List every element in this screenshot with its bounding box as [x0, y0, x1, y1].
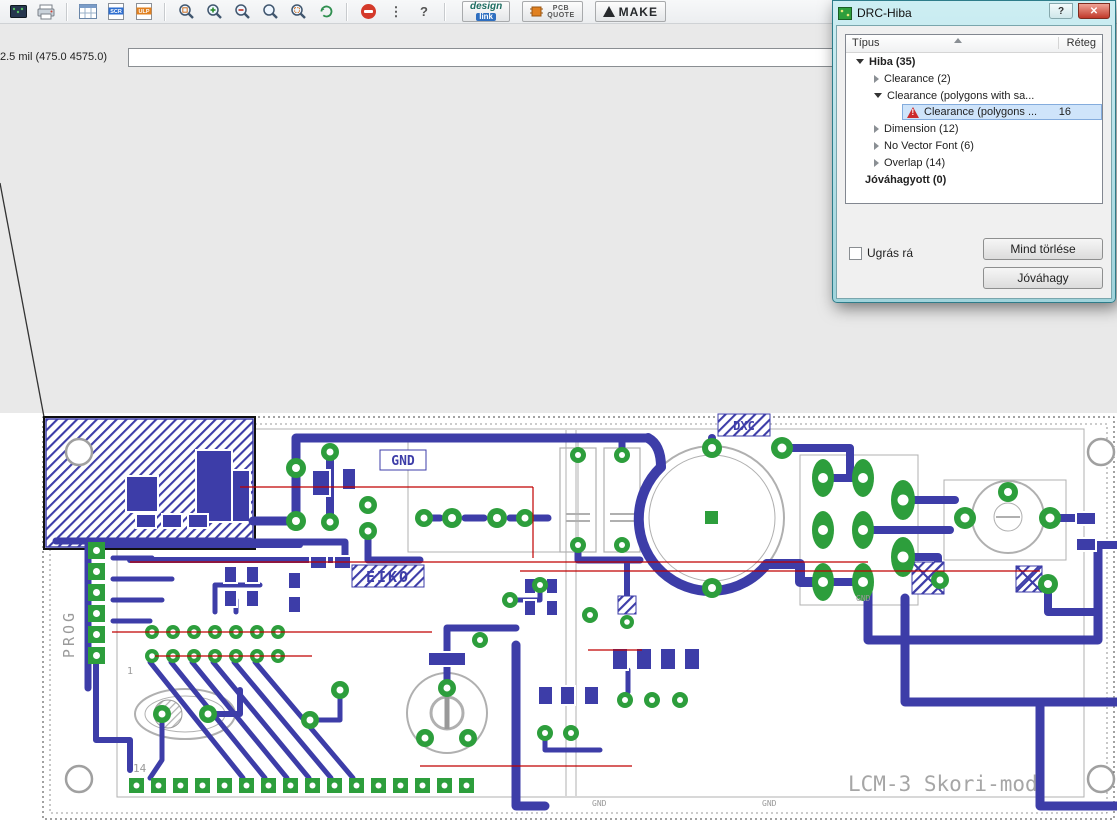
toolbar-separator: [164, 2, 166, 21]
expander-closed-icon[interactable]: [874, 74, 879, 83]
zoom-fit-icon[interactable]: [174, 1, 198, 23]
board-title: LCM-3 Skori-mod: [848, 772, 1038, 796]
jump-to-checkbox[interactable]: Ugrás rá: [849, 246, 913, 260]
tree-header[interactable]: Típus Réteg: [846, 35, 1102, 53]
error-layer-value: 16: [1058, 106, 1071, 118]
scr-script-icon[interactable]: SCR: [104, 1, 128, 23]
command-input[interactable]: [128, 48, 838, 67]
zoom-select-icon[interactable]: [286, 1, 310, 23]
svg-text:SCR: SCR: [110, 9, 122, 15]
dialog-board-icon: [838, 6, 852, 20]
dialog-help-button[interactable]: ?: [1049, 3, 1073, 19]
dialog-title: DRC-Hiba: [857, 6, 912, 20]
warning-icon: [907, 106, 920, 118]
tree-item-approved[interactable]: Jóváhagyott (0): [846, 171, 1102, 188]
gnd-small-label: GND: [762, 799, 777, 808]
pin1-label: 1: [127, 666, 133, 677]
expander-open-icon[interactable]: [874, 93, 882, 98]
column-type[interactable]: Típus: [852, 37, 880, 49]
expander-closed-icon[interactable]: [874, 158, 879, 167]
board-icon[interactable]: [6, 1, 30, 23]
prog-label: PROG: [60, 610, 78, 658]
drc-error-dialog: DRC-Hiba ? ✕ Típus Réteg Hiba (35) Clear…: [832, 0, 1116, 303]
info-icon[interactable]: ⋮: [384, 1, 408, 23]
checkbox-box-icon[interactable]: [849, 246, 862, 260]
app-window: GND EIKO DXC PROG 1 14 GND GND GND LCM-3…: [0, 0, 1117, 828]
tree-item-overlap[interactable]: Overlap (14): [846, 154, 1102, 171]
clear-all-button[interactable]: Mind törlése: [983, 238, 1103, 260]
dialog-titlebar[interactable]: DRC-Hiba ? ✕: [836, 1, 1112, 25]
toolbar-separator: [444, 2, 446, 21]
expander-closed-icon[interactable]: [874, 141, 879, 150]
tree-item-hiba[interactable]: Hiba (35): [846, 53, 1102, 70]
gnd-small-label: GND: [856, 594, 871, 603]
help-icon[interactable]: ?: [412, 1, 436, 23]
stop-icon[interactable]: [356, 1, 380, 23]
design-link-label: design: [470, 1, 503, 12]
pcb-quote-button[interactable]: PCB QUOTE: [522, 1, 583, 22]
pcb-chip-icon: [530, 6, 544, 17]
tree-item-selected-error[interactable]: Clearance (polygons ... 16: [902, 104, 1102, 120]
dialog-close-button[interactable]: ✕: [1078, 3, 1110, 19]
zoom-out-icon[interactable]: [230, 1, 254, 23]
toolbar-separator: [346, 2, 348, 21]
expander-closed-icon[interactable]: [874, 124, 879, 133]
toolbar-separator: [66, 2, 68, 21]
gnd-small-label: GND: [592, 799, 607, 808]
make-button[interactable]: MAKE: [594, 1, 666, 22]
column-layer[interactable]: Réteg: [1057, 37, 1096, 49]
dialog-content: Típus Réteg Hiba (35) Clearance (2) Clea…: [836, 25, 1112, 299]
zoom-in-icon[interactable]: [202, 1, 226, 23]
ulp-script-icon[interactable]: ULP: [132, 1, 156, 23]
table-icon[interactable]: [76, 1, 100, 23]
eiko-label: EIKO: [366, 568, 410, 586]
sort-indicator-icon: [954, 38, 962, 43]
zoom-previous-icon[interactable]: [258, 1, 282, 23]
tree-item-dimension[interactable]: Dimension (12): [846, 120, 1102, 137]
dimension-line: [0, 182, 45, 418]
dxc-label: DXC: [733, 419, 755, 433]
svg-text:ULP: ULP: [139, 9, 150, 15]
design-link-button[interactable]: design link: [462, 1, 511, 22]
tree-item-no-vector-font[interactable]: No Vector Font (6): [846, 137, 1102, 154]
coordinate-display: 2.5 mil (475.0 4575.0): [0, 51, 108, 63]
make-logo-icon: [602, 6, 615, 17]
tree-item-clearance[interactable]: Clearance (2): [846, 70, 1102, 87]
approve-button[interactable]: Jóváhagy: [983, 267, 1103, 289]
print-icon[interactable]: [34, 1, 58, 23]
zoom-redraw-icon[interactable]: [314, 1, 338, 23]
expander-open-icon[interactable]: [856, 59, 864, 64]
gnd-label: GND: [391, 454, 415, 469]
tree-item-clearance-polygons[interactable]: Clearance (polygons with sa...: [846, 87, 1102, 104]
pin14-label: 14: [133, 762, 147, 775]
error-tree: Típus Réteg Hiba (35) Clearance (2) Clea…: [845, 34, 1103, 204]
